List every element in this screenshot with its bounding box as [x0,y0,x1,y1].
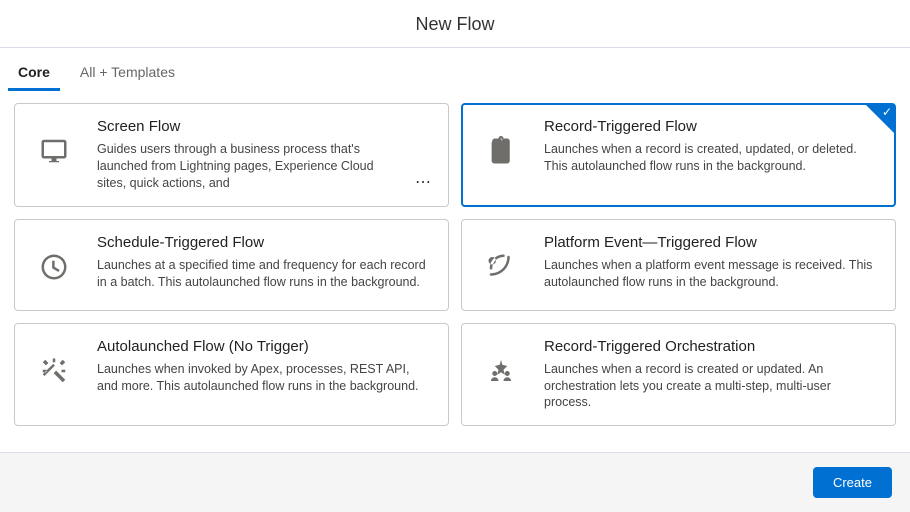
card-record-triggered-flow[interactable]: ✓ Record-Triggered Flow Launches when a … [461,103,896,207]
card-title: Record-Triggered Orchestration [544,338,879,355]
card-desc: Guides users through a business process … [97,141,393,192]
card-record-orchestration[interactable]: Record-Triggered Orchestration Launches … [461,323,896,427]
card-platform-event-flow[interactable]: Platform Event—Triggered Flow Launches w… [461,219,896,311]
card-desc: Launches at a specified time and frequen… [97,257,432,291]
card-title: Record-Triggered Flow [544,118,879,135]
monitor-icon [29,118,79,192]
create-button[interactable]: Create [813,467,892,498]
broadcast-icon [476,234,526,296]
card-screen-flow[interactable]: Screen Flow Guides users through a busin… [14,103,449,207]
orchestration-icon [476,338,526,412]
card-title: Platform Event—Triggered Flow [544,234,879,251]
more-icon: ⋯ [411,172,432,192]
card-title: Schedule-Triggered Flow [97,234,432,251]
clipboard-icon [476,118,526,192]
card-desc: Launches when a record is created, updat… [544,141,879,175]
check-icon: ✓ [882,106,892,118]
card-desc: Launches when a platform event message i… [544,257,879,291]
tab-all-templates[interactable]: All + Templates [76,56,179,90]
tab-bar: Core All + Templates [0,56,910,91]
clock-icon [29,234,79,296]
modal-header: New Flow [0,0,910,48]
card-desc: Launches when a record is created or upd… [544,361,879,412]
card-schedule-triggered-flow[interactable]: Schedule-Triggered Flow Launches at a sp… [14,219,449,311]
flow-type-grid: Screen Flow Guides users through a busin… [0,91,910,452]
card-autolaunched-flow[interactable]: Autolaunched Flow (No Trigger) Launches … [14,323,449,427]
wand-icon [29,338,79,412]
card-title: Screen Flow [97,118,393,135]
card-title: Autolaunched Flow (No Trigger) [97,338,432,355]
card-desc: Launches when invoked by Apex, processes… [97,361,432,395]
tab-core[interactable]: Core [14,56,54,90]
page-title: New Flow [0,14,910,35]
modal-footer: Create [0,452,910,512]
